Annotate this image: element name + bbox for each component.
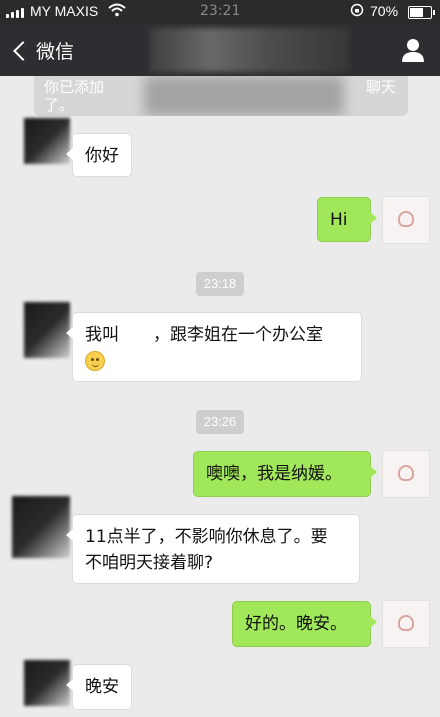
message-text: 噢噢，我是纳媛。 [206, 464, 342, 484]
incoming-message-bubble[interactable]: 11点半了，不影响你休息了。要 不咱明天接着聊? [66, 514, 360, 584]
incoming-message-bubble[interactable]: 你好 [66, 133, 132, 177]
message-timestamp: 23:26 [196, 410, 244, 434]
contact-avatar[interactable] [12, 496, 70, 558]
avatar-figure-icon [398, 211, 414, 227]
back-label: 微信 [36, 41, 75, 63]
my-avatar[interactable] [382, 196, 430, 244]
message-text-line1: 11点半了，不影响你休息了。要 [85, 527, 328, 547]
clock-time: 23:21 [200, 3, 241, 19]
system-notice-line2: 了。 [44, 96, 75, 114]
outgoing-message-bubble[interactable]: Hi [317, 197, 377, 242]
signal-icon [6, 8, 24, 18]
back-button[interactable]: 微信 [10, 37, 74, 64]
message-timestamp: 23:18 [196, 272, 244, 296]
smile-emoji-icon [85, 351, 105, 371]
system-notice-end: 聊天 [365, 78, 396, 96]
contact-avatar[interactable] [24, 660, 70, 706]
message-text: 好的。晚安。 [245, 614, 347, 634]
wifi-icon [108, 3, 126, 21]
contact-avatar[interactable] [24, 302, 70, 358]
message-text: 晚安 [85, 677, 119, 697]
avatar-figure-icon [398, 615, 414, 631]
battery-icon [408, 6, 435, 19]
status-bar: MY MAXIS 23:21 70% [0, 0, 440, 24]
chevron-left-icon [13, 40, 33, 61]
contact-avatar[interactable] [24, 118, 70, 164]
outgoing-message-bubble[interactable]: 好的。晚安。 [232, 601, 377, 647]
incoming-message-bubble[interactable]: 我叫 ，跟李姐在一个办公室 [66, 312, 362, 382]
contact-profile-button[interactable] [402, 38, 424, 62]
orientation-lock-icon [350, 3, 364, 21]
system-notice-start: 你已添加 [44, 78, 105, 96]
outgoing-message-bubble[interactable]: 噢噢，我是纳媛。 [193, 451, 377, 497]
blur-patch [144, 76, 344, 116]
message-text-line2: 不咱明天接着聊? [85, 553, 214, 573]
carrier-name: MY MAXIS [30, 3, 99, 19]
system-notice: 你已添加 聊天 了。 [34, 76, 408, 116]
message-text: 你好 [85, 146, 119, 166]
my-avatar[interactable] [382, 600, 430, 648]
blurred-contact-title [150, 28, 350, 72]
person-icon [402, 39, 424, 62]
message-text: 我叫 ，跟李姐在一个办公室 [85, 325, 323, 345]
message-text: Hi [330, 210, 348, 230]
nav-bar: 微信 [0, 24, 440, 76]
battery-percent: 70% [370, 3, 399, 19]
my-avatar[interactable] [382, 450, 430, 498]
incoming-message-bubble[interactable]: 晚安 [66, 664, 132, 710]
avatar-figure-icon [398, 465, 414, 481]
